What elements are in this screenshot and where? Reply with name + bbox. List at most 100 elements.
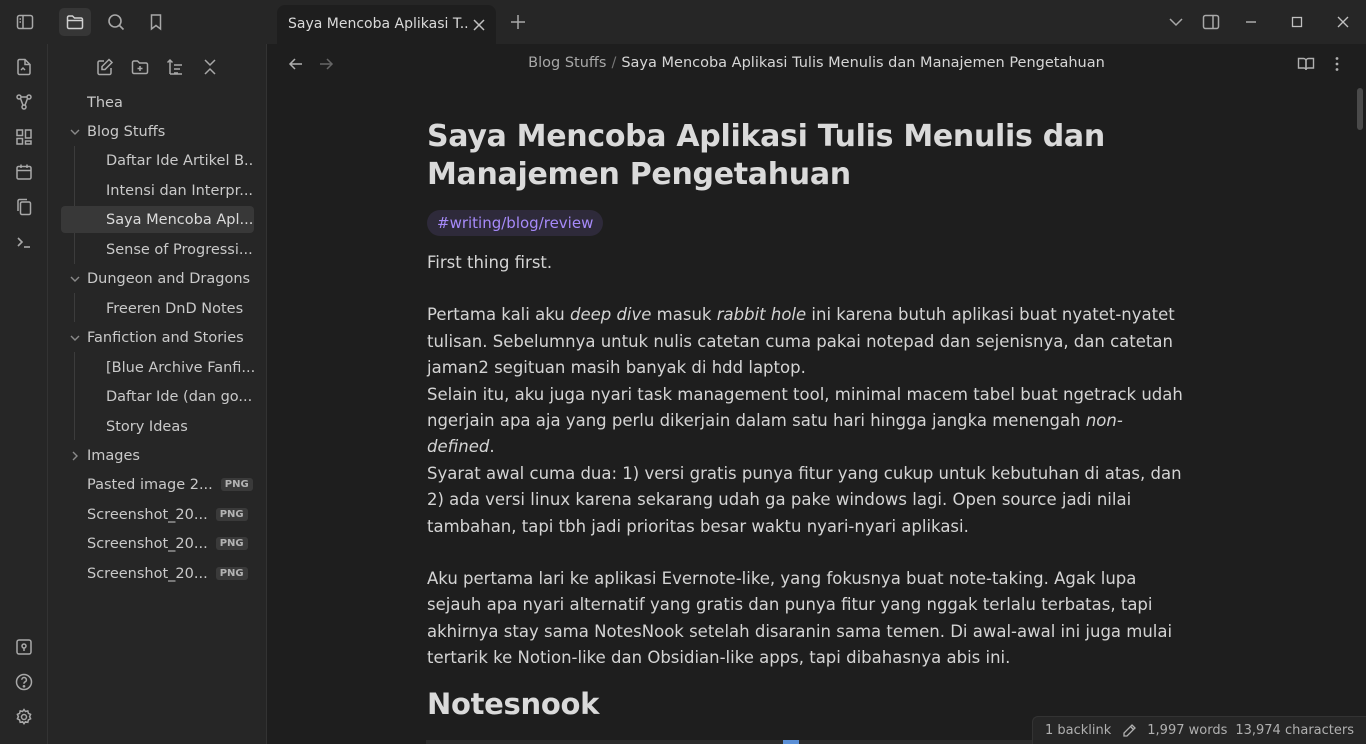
file-extension-badge: PNG [215, 537, 248, 550]
folder-fanfiction-and-stories[interactable]: Fanfiction and Stories [61, 324, 261, 351]
folder-dungeon-and-dragons[interactable]: Dungeon and Dragons [61, 265, 261, 292]
graph-view-icon[interactable] [14, 92, 34, 112]
tab-close-icon[interactable] [471, 17, 487, 33]
chevron-right-icon [72, 451, 78, 461]
file-item-png[interactable]: Pasted image 2... PNG [61, 471, 261, 498]
left-ribbon [0, 44, 48, 744]
bookmark-icon[interactable] [140, 8, 172, 36]
folder-label: Images [87, 447, 140, 464]
file-label: [Blue Archive Fanfi... [106, 359, 254, 376]
file-label: Screenshot_20... [87, 565, 208, 582]
paragraph: First thing first. [427, 253, 553, 272]
file-label: Freeren DnD Notes [106, 300, 244, 317]
file-item[interactable]: Story Ideas [61, 413, 254, 440]
file-label: Story Ideas [106, 418, 188, 435]
note-tag[interactable]: #writing/blog/review [427, 210, 604, 236]
new-note-icon[interactable] [95, 57, 115, 77]
file-explorer-sidebar: Thea Blog Stuffs Daftar Ide Artikel B...… [48, 44, 267, 744]
file-extension-badge: PNG [220, 478, 253, 491]
tab-list-chevron-down-icon[interactable] [1166, 12, 1186, 32]
chevron-down-icon [70, 335, 80, 341]
character-count: 13,974 characters [1235, 723, 1354, 738]
help-icon[interactable] [14, 672, 34, 692]
file-item[interactable]: Freeren DnD Notes [61, 295, 254, 322]
file-label: Intensi dan Interpr... [106, 182, 254, 199]
canvas-grid-icon[interactable] [14, 127, 34, 147]
edit-pencil-icon[interactable] [1121, 723, 1137, 739]
text-run: Pertama kali aku [427, 305, 570, 325]
paragraph: Pertama kali aku deep dive masuk rabbit … [427, 302, 1187, 381]
italic-text: rabbit hole [716, 305, 807, 325]
paragraph: Syarat awal cuma dua: 1) versi gratis pu… [427, 463, 1182, 536]
new-folder-icon[interactable] [130, 57, 150, 77]
right-sidebar-toggle-icon[interactable] [1201, 12, 1221, 32]
open-quick-switcher-icon[interactable] [14, 57, 34, 77]
text-run: Selain itu, aku juga nyari task manageme… [427, 384, 1183, 431]
file-item[interactable]: Intensi dan Interpr... [61, 177, 254, 204]
vault-name[interactable]: Thea [87, 89, 257, 116]
tab-active-note[interactable]: Saya Mencoba Aplikasi T... [277, 5, 496, 44]
breadcrumb-separator: / [611, 55, 617, 71]
file-item-active[interactable]: Saya Mencoba Apl... [61, 206, 254, 233]
italic-text: deep dive [569, 305, 652, 325]
sort-order-icon[interactable] [165, 57, 185, 77]
file-label: Pasted image 2... [87, 476, 213, 493]
title-bar: Saya Mencoba Aplikasi T... [0, 0, 1366, 44]
chevron-down-icon [70, 129, 80, 135]
file-item-png[interactable]: Screenshot_20... PNG [61, 530, 261, 557]
file-item[interactable]: Sense of Progressi... [61, 236, 254, 263]
status-bar: 1 backlink 1,997 words 13,974 characters [1031, 716, 1366, 744]
vault-name-label: Thea [87, 94, 123, 111]
file-explorer-folder-icon[interactable] [59, 8, 91, 36]
reading-view-book-icon[interactable] [1297, 55, 1315, 73]
new-tab-plus-icon[interactable] [508, 12, 528, 32]
close-window-icon[interactable] [1333, 12, 1353, 32]
file-label: Screenshot_20... [87, 535, 208, 552]
sidebar-toggle-icon[interactable] [9, 8, 41, 36]
folder-blog-stuffs[interactable]: Blog Stuffs [61, 118, 261, 145]
vault-switcher-icon[interactable] [14, 637, 34, 657]
search-icon[interactable] [100, 8, 132, 36]
collapse-all-icon[interactable] [200, 57, 220, 77]
breadcrumb-parent[interactable]: Blog Stuffs [528, 55, 606, 71]
more-options-icon[interactable] [1328, 55, 1346, 73]
file-extension-badge: PNG [215, 567, 248, 580]
folder-label: Dungeon and Dragons [87, 270, 251, 287]
paragraph: Aku pertama lari ke aplikasi Evernote-li… [427, 569, 1173, 668]
file-item-png[interactable]: Screenshot_20... PNG [61, 501, 261, 528]
editor-scrollbar[interactable] [1357, 88, 1363, 130]
backlink-count[interactable]: 1 backlink [1045, 723, 1111, 738]
folder-label: Fanfiction and Stories [87, 329, 244, 346]
templates-copy-icon[interactable] [14, 197, 34, 217]
chevron-down-icon [70, 276, 80, 282]
file-item[interactable]: Daftar Ide Artikel B... [61, 147, 254, 174]
terminal-icon[interactable] [14, 232, 34, 252]
file-item[interactable]: Daftar Ide (dan go... [61, 383, 254, 410]
settings-gear-icon[interactable] [14, 707, 34, 727]
table-top-edge [426, 740, 1040, 744]
tab-title: Saya Mencoba Aplikasi T... [288, 16, 468, 32]
file-label: Daftar Ide Artikel B... [106, 152, 254, 169]
folder-images[interactable]: Images [61, 442, 261, 469]
text-run: masuk [651, 305, 717, 325]
breadcrumb: Blog Stuffs / Saya Mencoba Aplikasi Tulis … [267, 55, 1366, 71]
file-extension-badge: PNG [215, 508, 248, 521]
file-label: Screenshot_20... [87, 506, 208, 523]
minimize-icon[interactable] [1241, 12, 1261, 32]
file-item-png[interactable]: Screenshot_20... PNG [61, 560, 261, 587]
note-title[interactable]: Saya Mencoba Aplikasi Tulis Menulis dan … [427, 118, 1187, 194]
breadcrumb-current[interactable]: Saya Mencoba Aplikasi Tulis Menulis dan … [621, 55, 1104, 71]
file-label: Sense of Progressi... [106, 241, 253, 258]
table-top-mark [783, 740, 799, 744]
file-label: Daftar Ide (dan go... [106, 388, 253, 405]
file-label: Saya Mencoba Apl... [106, 211, 254, 228]
word-count: 1,997 words [1147, 723, 1228, 738]
file-item[interactable]: [Blue Archive Fanfi... [61, 354, 254, 381]
folder-label: Blog Stuffs [87, 123, 166, 140]
note-document[interactable]: Saya Mencoba Aplikasi Tulis Menulis dan … [427, 118, 1187, 722]
editor-pane: Blog Stuffs / Saya Mencoba Aplikasi Tulis … [267, 44, 1366, 744]
text-run: . [489, 437, 495, 457]
calendar-icon[interactable] [14, 162, 34, 182]
maximize-icon[interactable] [1287, 12, 1307, 32]
paragraph: Selain itu, aku juga nyari task manageme… [427, 382, 1187, 461]
